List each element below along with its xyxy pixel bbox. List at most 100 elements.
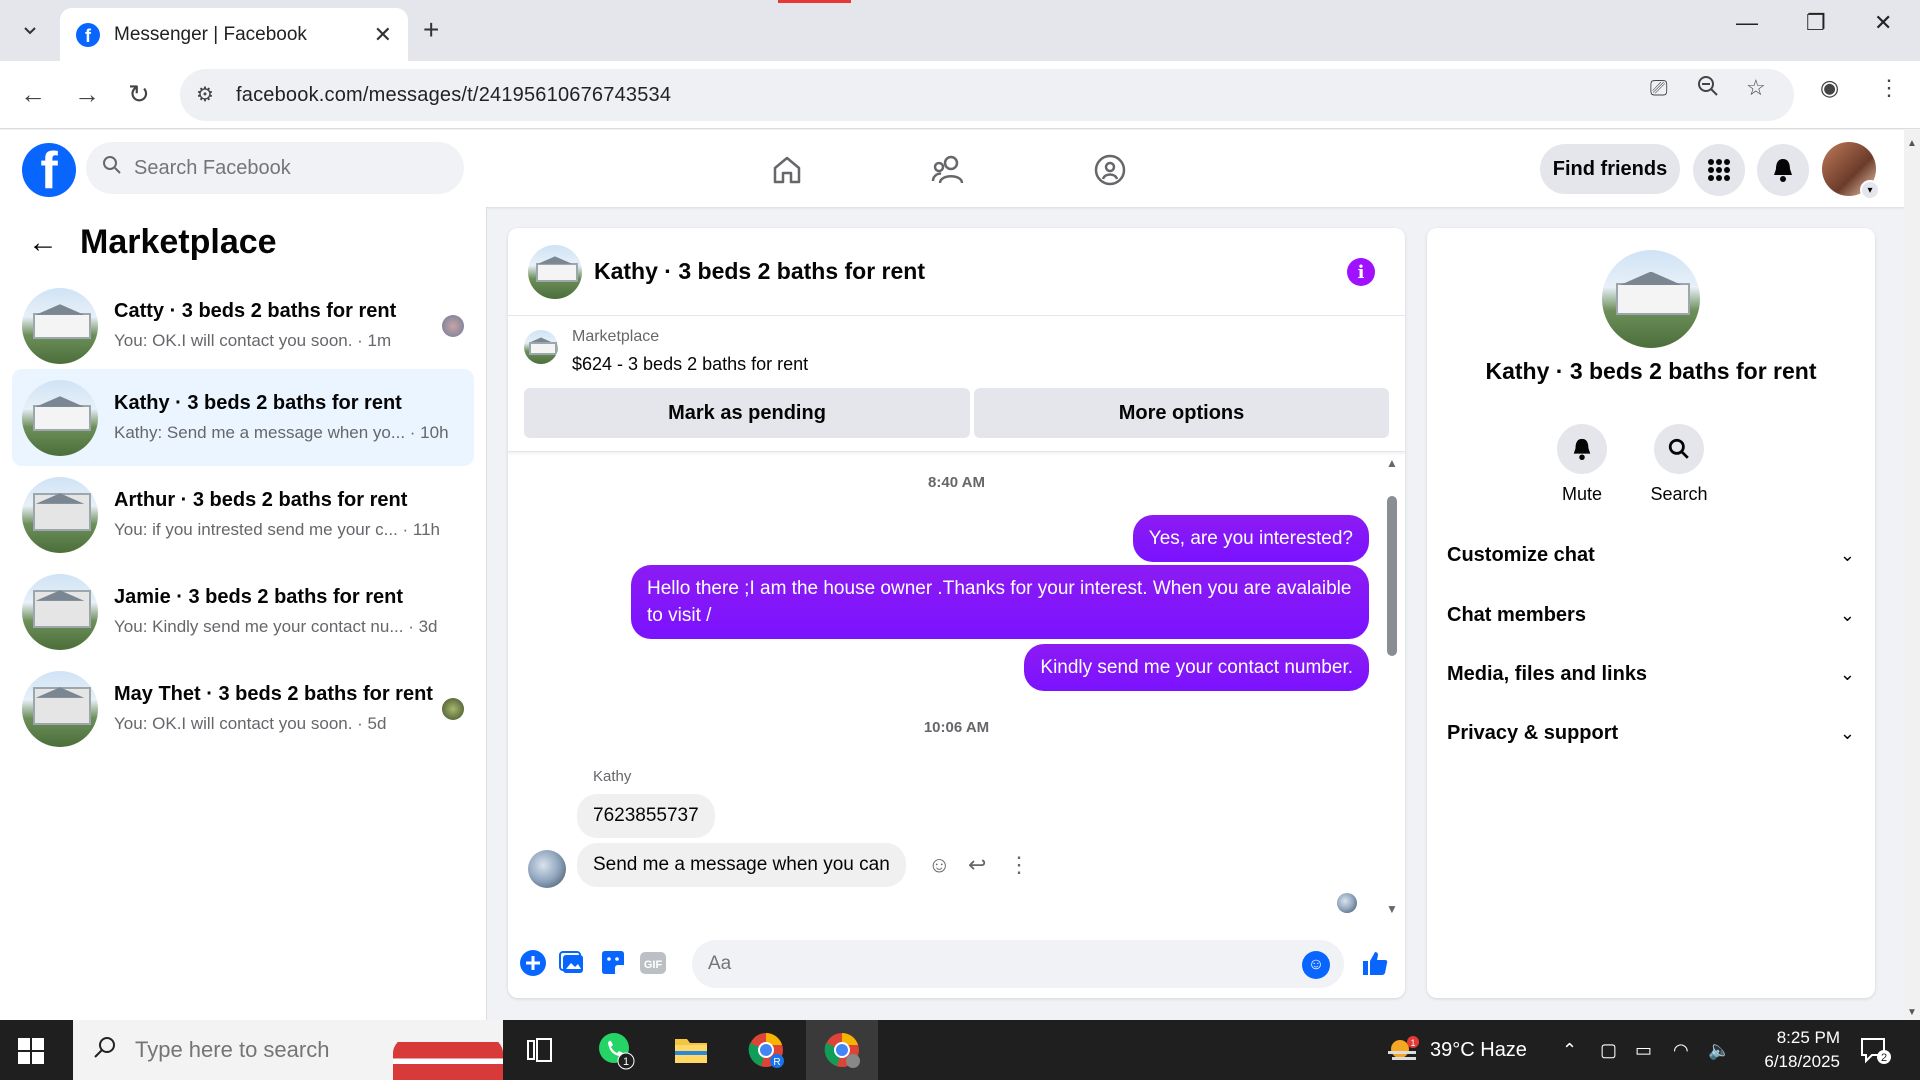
- conversation-preview: You: OK.I will contact you soon. · 1m: [114, 331, 392, 350]
- weather-widget[interactable]: 1 39°C Haze: [1386, 1020, 1527, 1080]
- gif-icon[interactable]: GIF: [638, 948, 668, 978]
- scroll-down-icon[interactable]: ▼: [1386, 902, 1398, 916]
- scroll-up-icon[interactable]: ▲: [1907, 138, 1917, 149]
- more-actions-icon[interactable]: ⋮: [1008, 852, 1030, 878]
- react-emoji-icon[interactable]: ☺: [928, 852, 950, 878]
- reply-icon[interactable]: ↩: [968, 852, 986, 878]
- file-explorer-icon[interactable]: [655, 1020, 727, 1080]
- listing-thumbnail: [22, 287, 98, 364]
- taskbar-search[interactable]: [73, 1020, 503, 1080]
- listing-price[interactable]: $624 - 3 beds 2 baths for rent: [572, 354, 808, 375]
- message-input[interactable]: [708, 953, 1268, 975]
- chat-members-section[interactable]: Chat members ⌄: [1447, 595, 1855, 635]
- notifications-bell-icon[interactable]: [1757, 144, 1809, 196]
- url-text[interactable]: facebook.com/messages/t/2419561067674353…: [236, 84, 671, 107]
- back-arrow-icon[interactable]: ←: [28, 226, 58, 260]
- profile-icon[interactable]: ◉: [1820, 75, 1839, 101]
- conversation-name: May Thet · 3 beds 2 baths for rent: [114, 683, 433, 705]
- listing-thumbnail[interactable]: [524, 330, 558, 364]
- battery-icon[interactable]: ▭: [1635, 1020, 1652, 1080]
- facebook-logo-icon[interactable]: f: [22, 143, 76, 197]
- notification-center-icon[interactable]: 2: [1858, 1020, 1892, 1080]
- bell-icon[interactable]: [1557, 424, 1607, 474]
- facebook-favicon-icon: f: [76, 22, 100, 47]
- facebook-search[interactable]: [86, 142, 464, 194]
- more-options-button[interactable]: More options: [974, 388, 1389, 438]
- zoom-icon[interactable]: [1697, 75, 1719, 103]
- tab-search-button[interactable]: [10, 12, 50, 48]
- emoji-icon[interactable]: ☺: [1302, 951, 1330, 979]
- search-action[interactable]: Search: [1634, 424, 1724, 505]
- outgoing-message[interactable]: Yes, are you interested?: [1132, 515, 1369, 562]
- mute-action[interactable]: Mute: [1537, 424, 1627, 505]
- volume-icon[interactable]: 🔈: [1708, 1020, 1730, 1080]
- taskbar-search-input[interactable]: [135, 1037, 395, 1063]
- attach-photo-icon[interactable]: [558, 948, 588, 978]
- contact-avatar[interactable]: [1602, 250, 1700, 348]
- chrome-menu-icon[interactable]: ⋮: [1878, 75, 1900, 101]
- chevron-down-icon: ⌄: [1839, 722, 1855, 743]
- windows-start-icon[interactable]: [18, 1038, 44, 1064]
- scroll-thumb[interactable]: [1387, 496, 1397, 656]
- new-tab-button[interactable]: +: [423, 14, 439, 46]
- minimize-button[interactable]: —: [1736, 10, 1758, 36]
- outgoing-message[interactable]: Kindly send me your contact number.: [1024, 644, 1369, 691]
- thumbs-up-icon[interactable]: [1360, 948, 1390, 978]
- message-input-field[interactable]: ☺: [692, 940, 1344, 988]
- whatsapp-icon[interactable]: 1: [580, 1020, 652, 1080]
- search-icon: [93, 1035, 117, 1066]
- svg-text:R: R: [773, 1057, 780, 1068]
- customize-chat-section[interactable]: Customize chat ⌄: [1447, 535, 1855, 575]
- device-icon[interactable]: ▢: [1600, 1020, 1617, 1080]
- wifi-icon[interactable]: ◠: [1673, 1020, 1689, 1080]
- reload-button[interactable]: ↻: [128, 79, 150, 110]
- chrome-profile-r-icon[interactable]: R: [730, 1020, 802, 1080]
- home-nav-icon[interactable]: [767, 150, 807, 190]
- account-avatar[interactable]: ▾: [1822, 142, 1880, 200]
- info-icon[interactable]: i: [1347, 258, 1375, 286]
- groups-nav-icon[interactable]: [1090, 150, 1130, 190]
- friends-nav-icon[interactable]: [929, 150, 969, 190]
- find-friends-button[interactable]: Find friends: [1540, 144, 1680, 194]
- media-files-links-section[interactable]: Media, files and links ⌄: [1447, 654, 1855, 694]
- scroll-up-icon[interactable]: ▲: [1386, 456, 1398, 470]
- scroll-down-icon[interactable]: ▼: [1907, 1007, 1917, 1018]
- site-settings-icon[interactable]: ⚙: [196, 82, 214, 107]
- chrome-active-icon[interactable]: [806, 1020, 878, 1080]
- browser-tab-messenger[interactable]: f Messenger | Facebook ✕: [60, 8, 408, 61]
- close-tab-icon[interactable]: ✕: [374, 22, 392, 48]
- system-clock[interactable]: 8:25 PM 6/18/2025: [1730, 1020, 1840, 1080]
- restore-button[interactable]: ❐: [1806, 10, 1826, 36]
- incoming-message[interactable]: 7623855737: [577, 794, 715, 838]
- conversation-item-may-thet[interactable]: May Thet · 3 beds 2 baths for rent You: …: [12, 660, 474, 757]
- chat-avatar[interactable]: [528, 244, 582, 299]
- search-icon[interactable]: [1654, 424, 1704, 474]
- conversation-item-kathy[interactable]: Kathy · 3 beds 2 baths for rent Kathy: S…: [12, 369, 474, 466]
- install-app-icon[interactable]: ⎚: [1650, 75, 1668, 101]
- plus-circle-icon[interactable]: [518, 948, 548, 978]
- show-hidden-icons[interactable]: ⌃: [1562, 1020, 1577, 1080]
- close-window-button[interactable]: ✕: [1874, 10, 1892, 36]
- sender-avatar[interactable]: [528, 850, 566, 888]
- conversation-item-arthur[interactable]: Arthur · 3 beds 2 baths for rent You: if…: [12, 466, 474, 563]
- back-button[interactable]: ←: [20, 79, 46, 110]
- chat-details-panel: Kathy · 3 beds 2 baths for rent Mute Sea…: [1427, 228, 1875, 998]
- page-scrollbar[interactable]: ▲ ▼: [1904, 130, 1920, 1020]
- omnibox[interactable]: ⚙ facebook.com/messages/t/24195610676743…: [180, 69, 1794, 121]
- search-input[interactable]: [134, 156, 434, 180]
- conversation-item-catty[interactable]: Catty · 3 beds 2 baths for rent You: OK.…: [12, 277, 474, 374]
- chevron-down-icon: ⌄: [1839, 544, 1855, 565]
- bookmark-star-icon[interactable]: ☆: [1746, 75, 1766, 101]
- outgoing-message[interactable]: Hello there ;I am the house owner .Thank…: [631, 565, 1369, 639]
- forward-button[interactable]: →: [74, 79, 100, 110]
- incoming-message[interactable]: Send me a message when you can: [577, 843, 906, 887]
- conversation-preview: Kathy: Send me a message when yo... · 10…: [114, 423, 449, 442]
- menu-grid-icon[interactable]: [1693, 144, 1745, 196]
- chat-scrollbar[interactable]: ▲ ▼: [1384, 456, 1400, 916]
- sticker-icon[interactable]: [598, 948, 628, 978]
- privacy-support-section[interactable]: Privacy & support ⌄: [1447, 713, 1855, 753]
- chat-title[interactable]: Kathy · 3 beds 2 baths for rent: [594, 258, 925, 285]
- mark-as-pending-button[interactable]: Mark as pending: [524, 388, 970, 438]
- conversation-item-jamie[interactable]: Jamie · 3 beds 2 baths for rent You: Kin…: [12, 563, 474, 660]
- task-view-icon[interactable]: [504, 1020, 576, 1080]
